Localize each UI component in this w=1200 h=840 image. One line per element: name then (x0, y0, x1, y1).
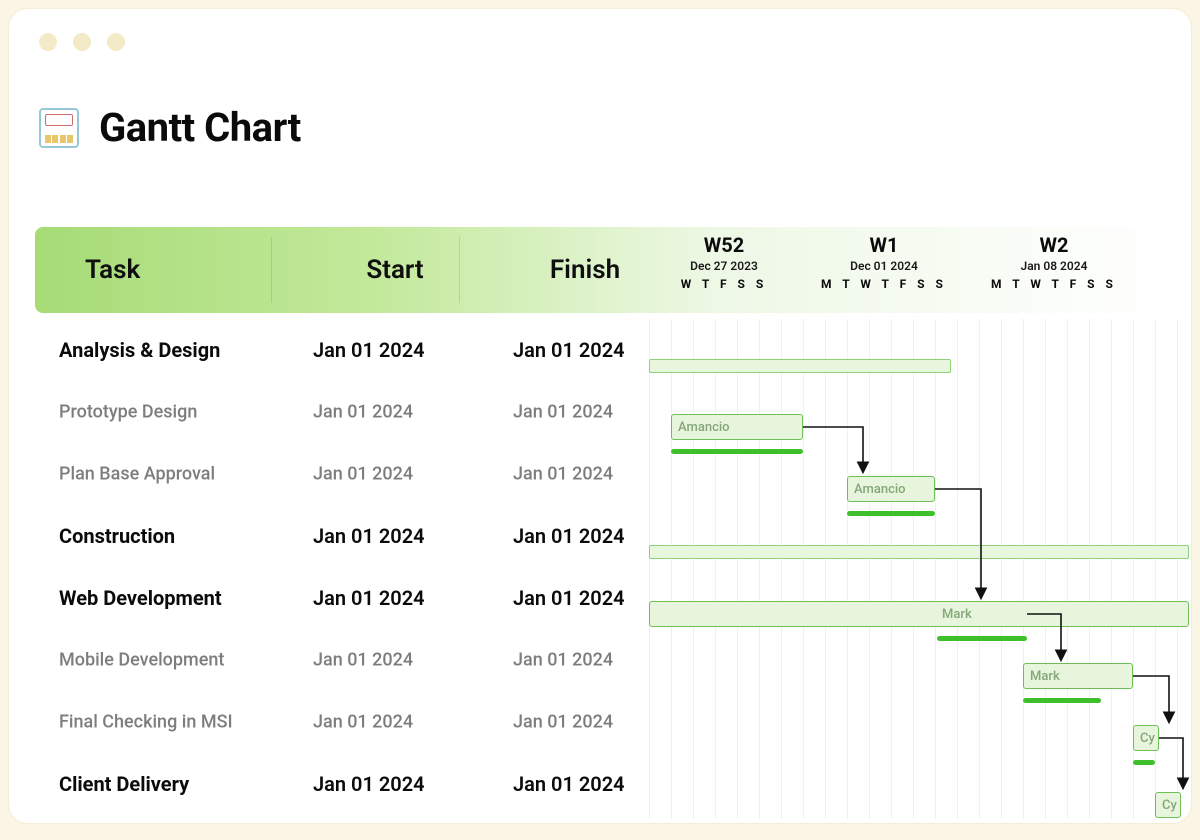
week-days: W T F S S (649, 277, 799, 291)
task-name: Construction (59, 524, 175, 548)
task-start: Jan 01 2024 (313, 338, 425, 362)
task-start: Jan 01 2024 (313, 402, 413, 423)
task-finish: Jan 01 2024 (513, 338, 625, 362)
page-header: Gantt Chart (39, 104, 301, 151)
page-title: Gantt Chart (99, 104, 301, 151)
week-days: M T W T F S S (799, 277, 969, 291)
window-dot-max-icon[interactable] (107, 33, 125, 51)
week-days: M T W T F S S (969, 277, 1139, 291)
task-finish: Jan 01 2024 (513, 464, 613, 485)
task-finish: Jan 01 2024 (513, 712, 613, 733)
week-caption: Jan 08 2024 (969, 259, 1139, 273)
week-caption: Dec 01 2024 (799, 259, 969, 273)
col-finish[interactable]: Finish (495, 227, 675, 313)
task-start: Jan 01 2024 (313, 586, 425, 610)
week-52[interactable]: W52 Dec 27 2023 W T F S S (649, 227, 799, 291)
task-name: Final Checking in MSI (59, 712, 233, 733)
app-window: Gantt Chart Task Start Finish W52 Dec 27… (8, 8, 1192, 824)
week-1[interactable]: W1 Dec 01 2024 M T W T F S S (799, 227, 969, 291)
window-controls (39, 33, 125, 51)
task-finish: Jan 01 2024 (513, 586, 625, 610)
week-label: W52 (649, 233, 799, 257)
window-dot-min-icon[interactable] (73, 33, 91, 51)
week-2[interactable]: W2 Jan 08 2024 M T W T F S S (969, 227, 1139, 291)
col-task[interactable]: Task (85, 227, 295, 313)
task-finish: Jan 01 2024 (513, 524, 625, 548)
task-finish: Jan 01 2024 (513, 772, 625, 796)
col-start[interactable]: Start (295, 227, 495, 313)
window-dot-close-icon[interactable] (39, 33, 57, 51)
gantt-icon (39, 108, 79, 148)
dependency-arrows (649, 319, 1192, 824)
task-start: Jan 01 2024 (313, 772, 425, 796)
task-name: Mobile Development (59, 650, 224, 671)
task-finish: Jan 01 2024 (513, 650, 613, 671)
task-name: Prototype Design (59, 402, 197, 423)
task-start: Jan 01 2024 (313, 524, 425, 548)
timeline-weeks: W52 Dec 27 2023 W T F S S W1 Dec 01 2024… (649, 227, 1173, 313)
week-label: W2 (969, 233, 1139, 257)
task-start: Jan 01 2024 (313, 650, 413, 671)
week-caption: Dec 27 2023 (649, 259, 799, 273)
week-label: W1 (799, 233, 969, 257)
task-name: Plan Base Approval (59, 464, 215, 485)
task-name: Analysis & Design (59, 338, 220, 362)
task-name: Web Development (59, 586, 222, 610)
task-finish: Jan 01 2024 (513, 402, 613, 423)
task-name: Client Delivery (59, 772, 189, 796)
gantt-canvas: Amancio Amancio Mark Mark Cy Cy (649, 319, 1191, 819)
task-start: Jan 01 2024 (313, 464, 413, 485)
task-start: Jan 01 2024 (313, 712, 413, 733)
